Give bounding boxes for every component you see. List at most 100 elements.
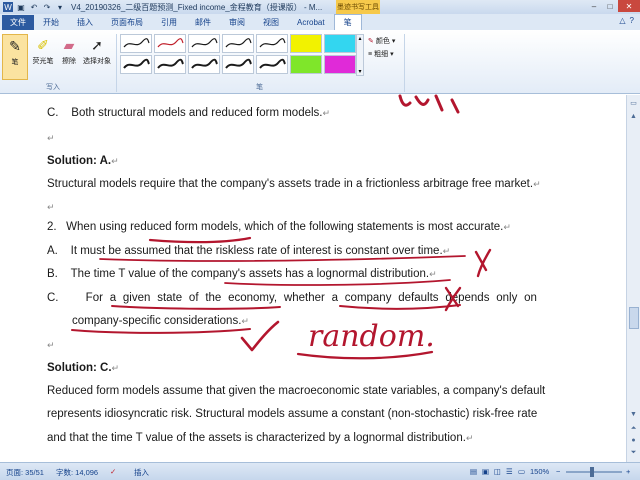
zoom-level[interactable]: 150% — [530, 467, 549, 476]
pen-style-swatch[interactable] — [222, 55, 254, 74]
gallery-up-icon[interactable]: ▴ — [358, 35, 361, 42]
scroll-thumb[interactable] — [629, 307, 639, 329]
select-objects-label: 选择对象 — [83, 58, 111, 65]
option-c-line2: company-specific considerations.↵ — [72, 315, 249, 327]
pen-style-gallery — [120, 34, 358, 76]
pen-style-swatch[interactable] — [256, 34, 288, 53]
group-write-label: 写入 — [46, 84, 60, 91]
word-count[interactable]: 字数: 14,096 — [56, 467, 98, 478]
pen-style-swatch[interactable] — [154, 55, 186, 74]
chevron-down-icon: ▾ — [390, 51, 394, 58]
weight-label: 粗细 — [374, 51, 389, 58]
web-layout-view-icon[interactable]: ◫ — [494, 467, 501, 476]
tab-review[interactable]: 审阅 — [220, 15, 254, 30]
pen-style-swatch[interactable] — [222, 34, 254, 53]
customize-quick-access-icon[interactable]: ▾ — [55, 2, 65, 12]
pen-color-icon: ✎ — [368, 38, 374, 45]
chevron-down-icon: ▾ — [391, 38, 396, 45]
pen-tool-label: 笔 — [11, 59, 19, 66]
highlighter-tool-label: 荧光笔 — [32, 58, 54, 65]
maximize-button[interactable]: □ — [602, 0, 618, 12]
help-icon[interactable]: ? — [630, 16, 634, 25]
draft-view-icon[interactable]: ▭ — [518, 467, 525, 476]
weight-dropdown[interactable]: ≡ 粗细 ▾ — [368, 49, 394, 59]
zoom-slider-knob[interactable] — [590, 467, 594, 477]
pen-style-swatch[interactable] — [256, 55, 288, 74]
minimize-button[interactable]: – — [586, 0, 602, 12]
vertical-scrollbar[interactable]: ▭ ▲ ▼ ⏶ ● ⏷ — [626, 95, 640, 462]
color-label: 颜色 — [375, 38, 390, 45]
save-icon[interactable]: ▣ — [16, 2, 26, 12]
tab-insert[interactable]: 插入 — [68, 15, 102, 30]
cursor-icon: ➚ — [91, 36, 103, 53]
proofing-icon[interactable]: ✓ — [110, 467, 116, 476]
collapse-ribbon-icon[interactable]: △ — [619, 16, 625, 25]
option-c-line1: C. For a given state of the economy, whe… — [47, 292, 537, 304]
pen-style-swatch[interactable] — [188, 55, 220, 74]
word-app-icon: W — [3, 2, 13, 12]
pen-icon: ✎ — [9, 37, 21, 54]
pen-style-swatch[interactable] — [290, 55, 322, 74]
line-weight-icon: ≡ — [368, 50, 373, 58]
paragraph-mark: ↵ — [47, 340, 55, 350]
document-page[interactable]: C. Both structural models and reduced fo… — [0, 95, 626, 462]
gallery-scroll[interactable]: ▴ ▾ — [356, 34, 364, 76]
previous-page-icon[interactable]: ⏶ — [628, 423, 639, 434]
eraser-tool-button[interactable]: ▰ 擦除 — [56, 34, 82, 80]
ribbon-pen: ✎ 笔 ✐ 荧光笔 ▰ 擦除 ➚ 选择对象 写入 ▴ ▾ ✎ 颜色 ▾ ≡ 粗细 — [0, 30, 640, 94]
full-screen-view-icon[interactable]: ▣ — [482, 467, 489, 476]
status-bar: 页面: 35/51 字数: 14,096 ✓ 插入 ▤ ▣ ◫ ☰ ▭ 150%… — [0, 462, 640, 480]
window-title: V4_20190326_二级百题预测_Fixed income_金程教育（授课版… — [71, 2, 323, 12]
ribbon-separator — [116, 34, 117, 92]
tab-home[interactable]: 开始 — [34, 15, 68, 30]
tab-view[interactable]: 视图 — [254, 15, 288, 30]
eraser-tool-label: 擦除 — [62, 58, 76, 65]
pen-style-swatch[interactable] — [290, 34, 322, 53]
pen-style-swatch[interactable] — [120, 34, 152, 53]
highlighter-icon: ✐ — [37, 36, 49, 53]
question-2: 2. When using reduced form models, which… — [47, 221, 511, 233]
page-count[interactable]: 页面: 35/51 — [6, 467, 44, 478]
scroll-down-icon[interactable]: ▼ — [628, 409, 639, 420]
ruler-toggle-icon[interactable]: ▭ — [628, 97, 639, 108]
ribbon-separator — [404, 34, 405, 92]
explanation-line1: Reduced form models assume that given th… — [47, 385, 546, 397]
group-pen-label: 笔 — [256, 84, 263, 91]
select-objects-button[interactable]: ➚ 选择对象 — [82, 34, 112, 80]
tab-acrobat[interactable]: Acrobat — [288, 15, 334, 30]
pen-style-swatch[interactable] — [324, 55, 356, 74]
color-dropdown[interactable]: ✎ 颜色 ▾ — [368, 36, 395, 46]
insert-mode[interactable]: 插入 — [134, 467, 149, 478]
option-a: A. It must be assumed that the riskless … — [47, 245, 451, 257]
zoom-slider[interactable] — [566, 467, 622, 477]
next-page-icon[interactable]: ⏷ — [628, 447, 639, 458]
tab-references[interactable]: 引用 — [152, 15, 186, 30]
paragraph-mark: ↵ — [47, 133, 55, 143]
pen-tool-button[interactable]: ✎ 笔 — [2, 34, 28, 80]
tab-mailings[interactable]: 邮件 — [186, 15, 220, 30]
select-browse-object-icon[interactable]: ● — [628, 435, 639, 446]
gallery-down-icon[interactable]: ▾ — [358, 68, 361, 75]
explanation-line2: represents idiosyncratic risk. Structura… — [47, 408, 538, 420]
pen-style-swatch[interactable] — [324, 34, 356, 53]
paragraph-mark: ↵ — [47, 202, 55, 212]
structural-text: Structural models require that the compa… — [47, 178, 541, 190]
explanation-line3: and that the time T value of the assets … — [47, 432, 474, 444]
tab-file[interactable]: 文件 — [2, 15, 34, 30]
redo-icon[interactable]: ↷ — [42, 2, 52, 12]
close-button[interactable]: ✕ — [618, 0, 640, 12]
eraser-icon: ▰ — [63, 36, 75, 53]
print-layout-view-icon[interactable]: ▤ — [470, 467, 477, 476]
zoom-in-icon[interactable]: + — [626, 467, 630, 476]
undo-icon[interactable]: ↶ — [29, 2, 39, 12]
pen-style-swatch[interactable] — [188, 34, 220, 53]
word-window: W ▣ ↶ ↷ ▾ V4_20190326_二级百题预测_Fixed incom… — [0, 0, 640, 480]
zoom-out-icon[interactable]: − — [556, 467, 560, 476]
pen-style-swatch[interactable] — [120, 55, 152, 74]
highlighter-tool-button[interactable]: ✐ 荧光笔 — [30, 34, 56, 80]
scroll-up-icon[interactable]: ▲ — [628, 111, 639, 122]
tab-pen[interactable]: 笔 — [333, 14, 362, 30]
pen-style-swatch[interactable] — [154, 34, 186, 53]
tab-page-layout[interactable]: 页面布局 — [102, 15, 152, 30]
outline-view-icon[interactable]: ☰ — [506, 467, 513, 476]
